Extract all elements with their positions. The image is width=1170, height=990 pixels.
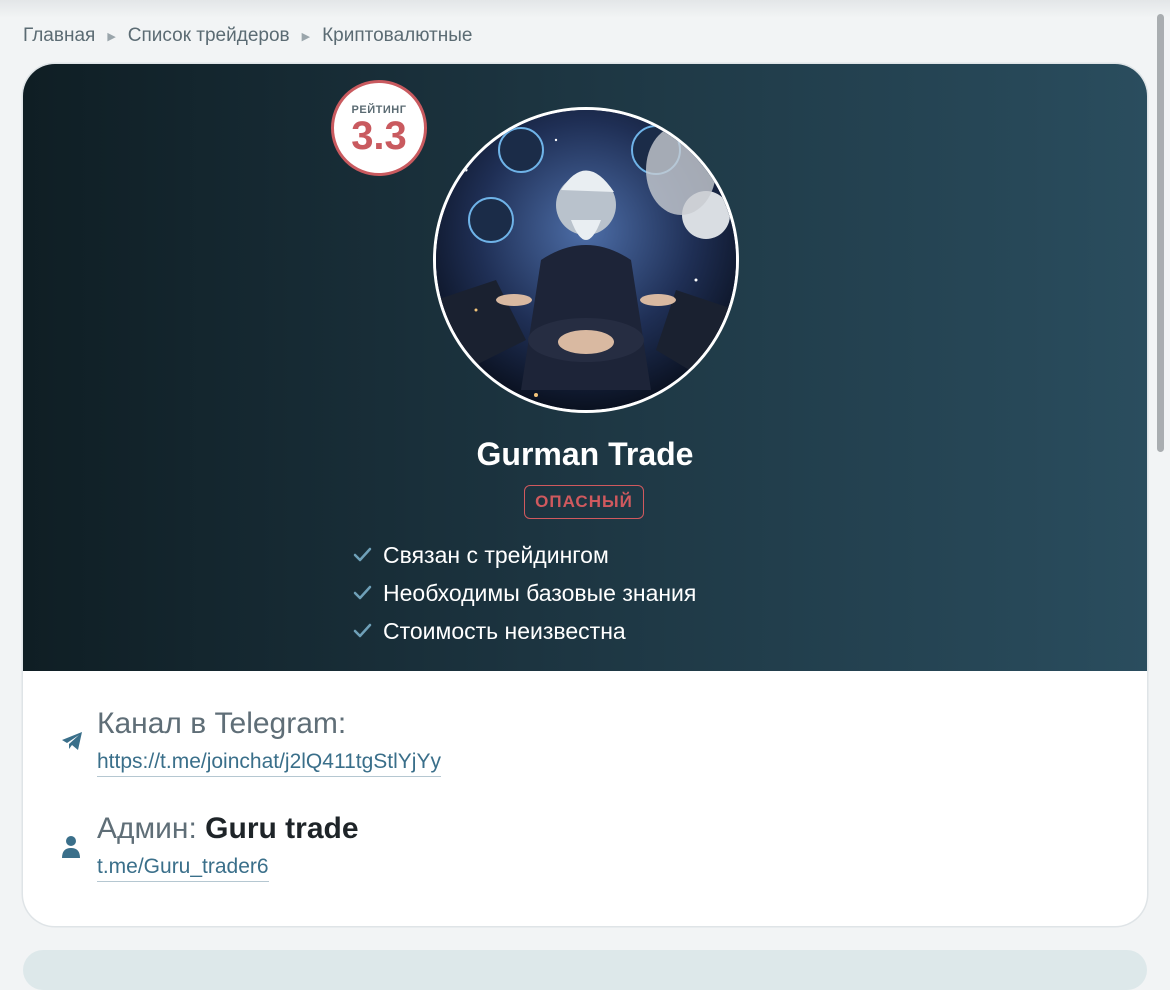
check-icon [353, 623, 372, 638]
feature-item: Стоимость неизвестна [353, 612, 696, 650]
check-icon [353, 547, 372, 562]
telegram-title: Канал в Telegram: [97, 707, 347, 740]
trader-hero: РЕЙТИНГ 3.3 Gurman Trade ОПАСНЫЙ Связан … [23, 64, 1147, 671]
breadcrumb-crypto[interactable]: Криптовалютные [322, 25, 472, 47]
scrollbar[interactable] [1157, 14, 1164, 452]
rating-badge: РЕЙТИНГ 3.3 [331, 80, 427, 176]
next-card [23, 950, 1147, 990]
feature-text: Стоимость неизвестна [383, 617, 626, 644]
telegram-plane-icon [61, 704, 97, 777]
admin-link[interactable]: t.me/Guru_trader6 [97, 855, 269, 882]
breadcrumb-home[interactable]: Главная [23, 25, 95, 47]
trader-card: РЕЙТИНГ 3.3 Gurman Trade ОПАСНЫЙ Связан … [23, 64, 1147, 926]
admin-title: Админ: Guru trade [97, 809, 359, 849]
top-shade [0, 0, 1170, 18]
chevron-right-icon: ▶ [107, 30, 116, 43]
breadcrumb: Главная ▶ Список трейдеров ▶ Криптовалют… [23, 24, 472, 48]
admin-name: Guru trade [205, 812, 359, 845]
avatar [433, 107, 739, 413]
check-icon [353, 585, 372, 600]
feature-item: Необходимы базовые знания [353, 574, 696, 612]
admin-label: Админ: [97, 812, 197, 845]
feature-text: Связан с трейдингом [383, 541, 609, 568]
admin-row: Админ: Guru trade t.me/Guru_trader6 [61, 809, 359, 882]
avatar-image [436, 110, 736, 410]
user-icon [61, 809, 97, 882]
feature-item: Связан с трейдингом [353, 536, 696, 574]
telegram-channel-row: Канал в Telegram: https://t.me/joinchat/… [61, 704, 441, 777]
status-badge: ОПАСНЫЙ [524, 485, 644, 519]
breadcrumb-traders-list[interactable]: Список трейдеров [128, 25, 290, 47]
feature-list: Связан с трейдингом Необходимы базовые з… [353, 536, 696, 650]
rating-value: 3.3 [351, 114, 407, 158]
feature-text: Необходимы базовые знания [383, 579, 697, 606]
chevron-right-icon: ▶ [301, 30, 311, 43]
telegram-link[interactable]: https://t.me/joinchat/j2lQ411tgStlYjYy [97, 750, 441, 777]
trader-name: Gurman Trade [476, 436, 694, 472]
